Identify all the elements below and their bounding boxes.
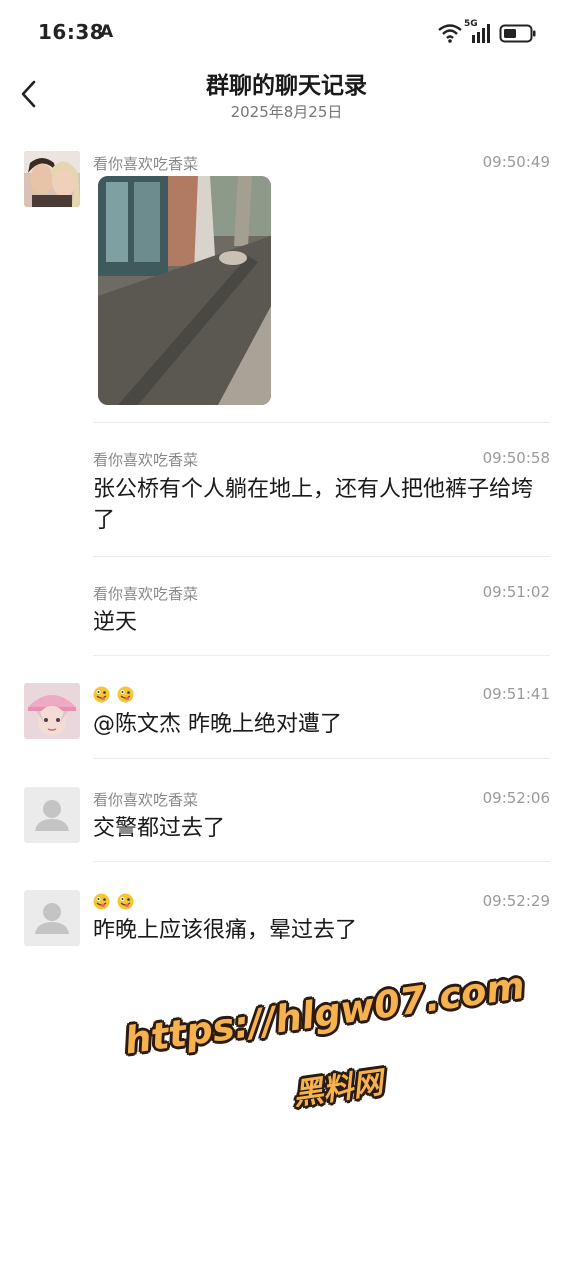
divider	[93, 655, 550, 656]
sender-name: 看你喜欢吃香菜	[93, 155, 199, 173]
person-icon	[35, 903, 69, 934]
avatar[interactable]	[24, 683, 80, 739]
watermark-name: 黑料网	[291, 1065, 386, 1113]
status-indicator: A	[100, 22, 114, 42]
goofy-face-emoji-icon	[117, 686, 134, 703]
message-text: 张公桥有个人躺在地上，还有人把他裤子给垮了	[93, 477, 534, 533]
divider	[93, 861, 550, 862]
watermark: https://hlgw07.com 黑料网	[100, 964, 540, 1130]
message-text: 逆天	[93, 610, 138, 635]
page-title: 群聊的聊天记录	[206, 73, 367, 99]
goofy-face-emoji-icon	[117, 893, 134, 910]
status-icons: 5G	[437, 19, 537, 44]
signal-icon	[472, 24, 490, 43]
sender-name: 看你喜欢吃香菜	[93, 585, 199, 603]
divider	[93, 422, 550, 423]
message-time: 09:51:41	[482, 685, 550, 703]
sender-emoji-name	[93, 892, 141, 910]
divider	[93, 556, 550, 557]
message-time: 09:51:02	[482, 583, 550, 601]
sender-name: 看你喜欢吃香菜	[93, 791, 199, 809]
message-time: 09:52:29	[482, 892, 550, 910]
goofy-face-emoji-icon	[93, 893, 110, 910]
message-time: 09:50:49	[482, 153, 550, 171]
status-time: 16:38	[38, 20, 105, 44]
goofy-face-emoji-icon	[93, 686, 110, 703]
message-photo[interactable]	[98, 176, 271, 405]
sender-emoji-name	[93, 685, 141, 703]
page-subtitle: 2025年8月25日	[230, 103, 343, 121]
message-text: 交警都过去了	[93, 816, 226, 841]
wifi-icon	[438, 24, 462, 43]
divider	[93, 758, 550, 759]
message-text: 昨晚上应该很痛，晕过去了	[93, 918, 358, 943]
watermark-url: https://hlgw07.com	[122, 963, 528, 1063]
status-bar: 16:38 A 5G	[0, 0, 573, 66]
avatar-default[interactable]	[24, 787, 80, 843]
battery-icon	[499, 24, 536, 43]
sender-name: 看你喜欢吃香菜	[93, 451, 199, 469]
message-time: 09:52:06	[482, 789, 550, 807]
message-time: 09:50:58	[482, 449, 550, 467]
avatar-default[interactable]	[24, 890, 80, 946]
person-icon	[35, 800, 69, 831]
avatar[interactable]	[24, 151, 80, 207]
message-text: @陈文杰 昨晚上绝对遭了	[93, 712, 342, 737]
